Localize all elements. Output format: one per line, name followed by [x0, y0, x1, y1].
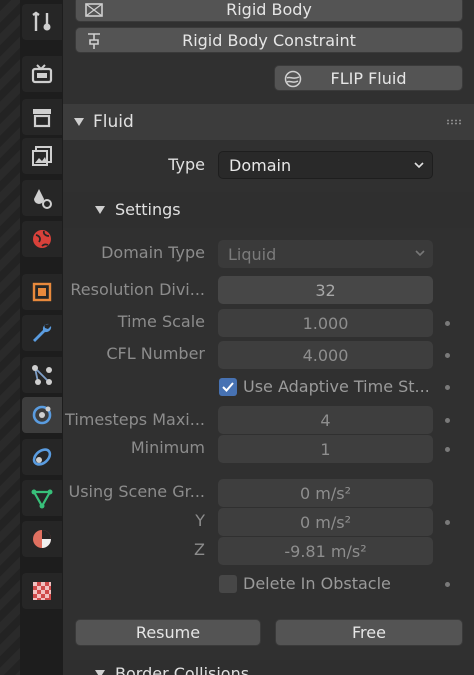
modifier-icon	[33, 323, 52, 342]
gravity-z-value: -9.81 m/s²	[284, 541, 367, 561]
tool-tab[interactable]	[22, 4, 62, 40]
texture-tab[interactable]	[22, 573, 62, 609]
resume-label: Resume	[135, 623, 201, 642]
scene-icon	[34, 189, 52, 209]
render-tab[interactable]	[22, 56, 62, 92]
properties-tab-bar	[0, 0, 63, 675]
domain-type-label: Domain Type	[101, 243, 205, 262]
flip-fluid-icon	[284, 70, 302, 88]
type-value: Domain	[229, 155, 292, 175]
checkmark-icon	[222, 382, 234, 392]
timesteps-maximum-value: 4	[320, 410, 331, 430]
physics-icon	[32, 405, 52, 425]
data-tab[interactable]	[22, 480, 62, 516]
cfl-number-field[interactable]: 4.000	[218, 341, 433, 369]
cfl-number-label: CFL Number	[106, 344, 205, 363]
gravity-z-label: Z	[194, 540, 205, 559]
world-icon	[33, 230, 51, 248]
flip-fluid-button[interactable]: FLIP Fluid	[274, 65, 463, 91]
keyframe-dot-icon[interactable]	[445, 321, 450, 326]
type-dropdown[interactable]: Domain	[218, 151, 433, 179]
keyframe-dot-icon[interactable]	[445, 447, 450, 452]
type-label: Type	[168, 155, 205, 174]
world-tab[interactable]	[22, 221, 62, 257]
timesteps-maximum-field[interactable]: 4	[218, 406, 433, 434]
rigid-body-button[interactable]: Rigid Body	[75, 0, 463, 22]
keyframe-dot-icon[interactable]	[445, 582, 450, 587]
gravity-y-label: Y	[195, 511, 205, 530]
domain-type-dropdown[interactable]: Liquid	[218, 240, 433, 268]
gravity-label: Using Scene Gr...	[68, 482, 205, 501]
output-icon	[33, 109, 51, 128]
timesteps-maximum-label: Timesteps Maxi...	[65, 410, 205, 429]
keyframe-dot-icon[interactable]	[445, 353, 450, 358]
flip-fluid-label: FLIP Fluid	[330, 68, 407, 88]
object-tab[interactable]	[22, 274, 62, 310]
tool-icon	[32, 11, 51, 31]
settings-collapse-arrow-icon[interactable]	[95, 206, 105, 214]
render-icon	[31, 64, 53, 84]
border-collisions-collapse-arrow-icon[interactable]	[95, 670, 105, 675]
time-scale-value: 1.000	[302, 313, 349, 333]
chevron-down-icon	[414, 162, 424, 169]
scene-tab[interactable]	[22, 180, 62, 216]
cfl-number-value: 4.000	[302, 345, 349, 365]
resume-button[interactable]: Resume	[75, 619, 261, 646]
object-icon	[32, 282, 52, 302]
modifier-tab[interactable]	[22, 315, 62, 351]
constraints-icon	[32, 448, 52, 466]
particles-tab[interactable]	[22, 357, 62, 393]
adaptive-time-steps-label: Use Adaptive Time St...	[243, 377, 428, 396]
time-scale-label: Time Scale	[117, 312, 205, 331]
minimum-value: 1	[320, 439, 331, 459]
rigid-body-constraint-icon	[88, 33, 100, 49]
minimum-field[interactable]: 1	[218, 435, 433, 463]
border-collisions-header[interactable]: Border Collisions	[63, 660, 474, 675]
gravity-x-value: 0 m/s²	[300, 483, 351, 503]
border-collisions-title: Border Collisions	[115, 664, 250, 675]
gravity-y-value: 0 m/s²	[300, 512, 351, 532]
material-tab[interactable]	[22, 521, 62, 557]
data-icon	[31, 489, 53, 509]
rigid-body-constraint-button[interactable]: Rigid Body Constraint	[75, 27, 463, 53]
resolution-field[interactable]: 32	[218, 276, 433, 304]
domain-type-value: Liquid	[228, 244, 277, 264]
settings-subpanel-header[interactable]: Settings	[63, 192, 474, 228]
keyframe-dot-icon[interactable]	[445, 418, 450, 423]
settings-title: Settings	[115, 200, 181, 219]
free-label: Free	[352, 623, 386, 642]
gravity-x-field[interactable]: 0 m/s²	[218, 479, 433, 507]
view-layer-tab[interactable]	[22, 138, 62, 174]
output-tab[interactable]	[22, 99, 62, 135]
time-scale-field[interactable]: 1.000	[218, 309, 433, 337]
minimum-label: Minimum	[130, 438, 205, 457]
keyframe-dot-icon[interactable]	[445, 385, 450, 390]
particles-icon	[32, 365, 52, 385]
delete-in-obstacle-label: Delete In Obstacle	[243, 574, 391, 593]
rigid-body-constraint-label: Rigid Body Constraint	[182, 30, 356, 50]
texture-icon	[33, 582, 51, 600]
constraints-tab[interactable]	[22, 439, 62, 475]
fluid-panel-title: Fluid	[93, 112, 134, 132]
resolution-value: 32	[315, 280, 336, 300]
keyframe-dot-icon[interactable]	[445, 520, 450, 525]
chevron-down-icon	[415, 250, 425, 257]
drag-handle-icon[interactable]	[446, 119, 462, 125]
gravity-y-field[interactable]: 0 m/s²	[218, 508, 433, 536]
delete-in-obstacle-checkbox[interactable]	[219, 575, 237, 593]
gravity-z-field[interactable]: -9.81 m/s²	[218, 537, 433, 565]
fluid-collapse-arrow-icon[interactable]	[74, 118, 84, 126]
rigid-body-icon	[85, 3, 103, 17]
resolution-label: Resolution Divi...	[70, 280, 205, 299]
physics-tab[interactable]	[22, 397, 62, 433]
properties-panel: Rigid Body Rigid Body Constraint FLIP Fl…	[63, 0, 474, 675]
material-icon	[33, 530, 51, 548]
adaptive-time-steps-checkbox[interactable]	[219, 378, 237, 396]
free-button[interactable]: Free	[275, 619, 463, 646]
fluid-panel-header[interactable]: Fluid	[63, 104, 474, 140]
rigid-body-label: Rigid Body	[226, 0, 312, 19]
view-layer-icon	[32, 146, 52, 166]
